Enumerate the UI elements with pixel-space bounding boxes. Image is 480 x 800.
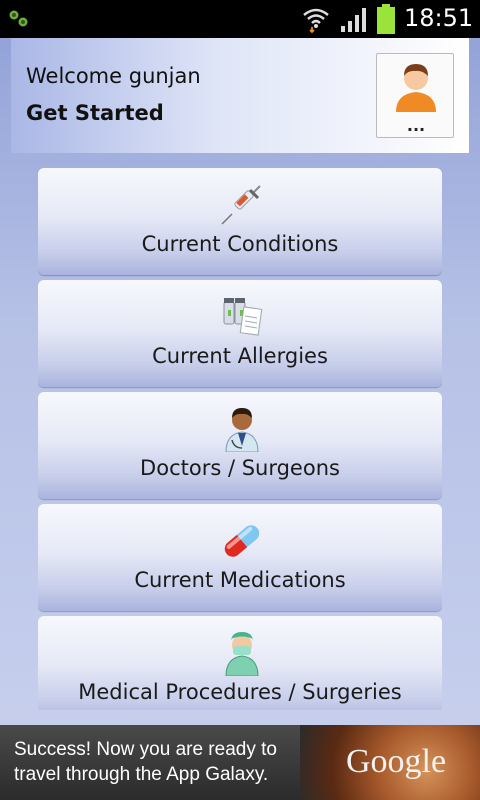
menu-item-medical-procedures[interactable]: Medical Procedures / Surgeries — [38, 616, 442, 710]
doctor-icon — [225, 408, 259, 452]
medicine-bottles-icon — [223, 298, 263, 336]
user-avatar-icon — [396, 64, 436, 112]
menu-list: Current Conditions Current Allergies Doc… — [38, 168, 442, 710]
menu-item-doctors-surgeons[interactable]: Doctors / Surgeons — [38, 392, 442, 499]
syringe-icon — [221, 185, 261, 225]
ad-banner[interactable]: Success! Now you are ready to travel thr… — [0, 725, 480, 800]
menu-item-label: Current Medications — [134, 568, 346, 592]
battery-icon — [377, 4, 395, 34]
pill-capsule-icon — [224, 525, 260, 557]
menu-item-current-conditions[interactable]: Current Conditions — [38, 168, 442, 275]
menu-item-current-allergies[interactable]: Current Allergies — [38, 280, 442, 387]
get-started-text: Get Started — [26, 101, 164, 125]
welcome-header: Welcome gunjan Get Started ... — [11, 38, 469, 153]
ad-text-line-1: Success! Now you are ready to — [14, 739, 277, 760]
signal-icon — [341, 8, 366, 32]
menu-item-label: Doctors / Surgeons — [140, 456, 340, 480]
menu-item-current-medications[interactable]: Current Medications — [38, 504, 442, 611]
google-logo: Google — [346, 743, 447, 780]
ad-text-line-2: travel through the App Galaxy. — [14, 764, 269, 785]
wifi-icon — [303, 8, 329, 33]
menu-item-label: Current Conditions — [141, 232, 339, 256]
notification-icon — [9, 10, 28, 27]
surgeon-icon — [225, 632, 259, 676]
profile-button[interactable]: ... — [376, 53, 454, 138]
clock: 18:51 — [404, 4, 474, 32]
ad-text: Success! Now you are ready to travel thr… — [14, 737, 314, 787]
welcome-text: Welcome gunjan — [26, 64, 201, 88]
status-bar: 18:51 — [0, 0, 480, 38]
menu-item-label: Medical Procedures / Surgeries — [78, 680, 402, 704]
menu-item-label: Current Allergies — [152, 344, 328, 368]
profile-button-label: ... — [406, 116, 426, 135]
